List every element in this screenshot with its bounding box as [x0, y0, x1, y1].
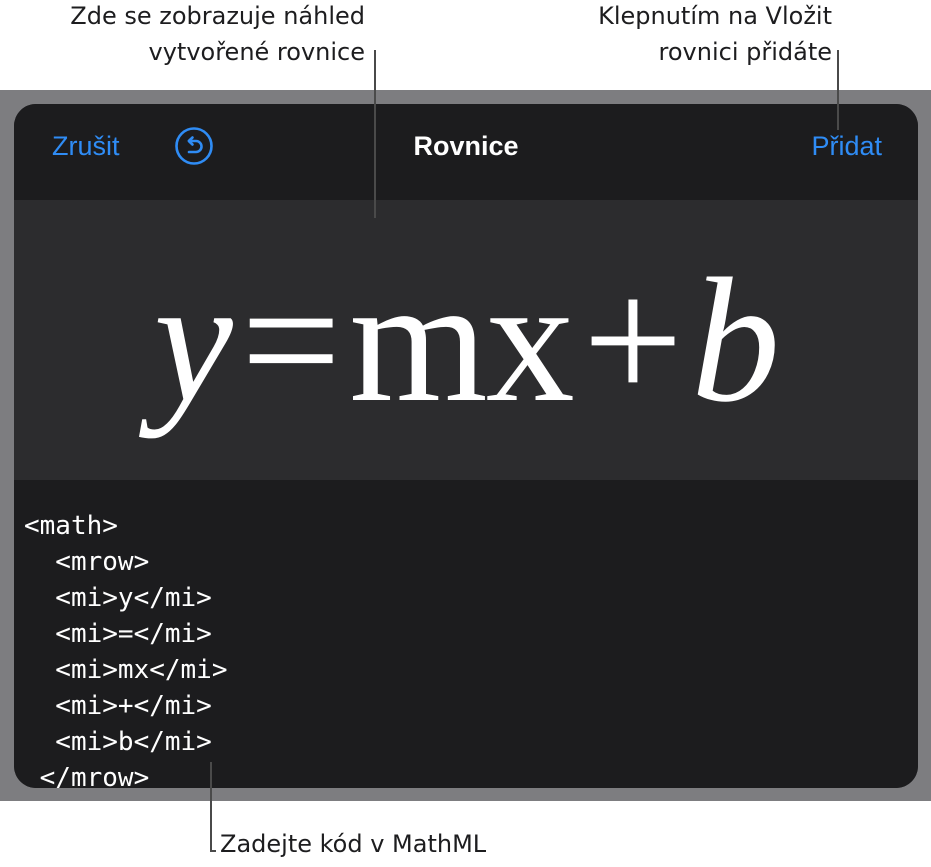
equation-render: y=mx+b [14, 230, 918, 450]
preview-callout-text: Zde se zobrazuje náhled vytvořené rovnic… [20, 0, 365, 70]
undo-button[interactable] [174, 126, 214, 166]
navigation-bar: Zrušit Rovnice Přidat [14, 104, 918, 200]
equation-variable-y: y [153, 241, 233, 439]
code-callout-line [210, 762, 212, 852]
preview-callout-line-2: vytvořené rovnice [148, 38, 365, 66]
equation-preview: y=mx+b [14, 200, 918, 480]
add-callout-line-2: rovnici přidáte [658, 38, 832, 66]
equation-plus: + [582, 241, 683, 439]
code-callout-text: Zadejte kód v MathML [220, 830, 487, 858]
undo-icon [175, 127, 213, 165]
add-callout-line [837, 50, 839, 130]
preview-callout-line-1: Zde se zobrazuje náhled [70, 2, 365, 30]
mathml-code-text[interactable]: <math> <mrow> <mi>y</mi> <mi>=</mi> <mi>… [24, 508, 228, 788]
sheet-title: Rovnice [413, 131, 519, 161]
cancel-button[interactable]: Zrušit [52, 128, 120, 164]
add-callout-line-1: Klepnutím na Vložit [598, 2, 832, 30]
equation-variable-b: b [691, 241, 780, 439]
add-button[interactable]: Přidat [811, 128, 882, 164]
equation-term-mx: mx [349, 241, 574, 439]
preview-callout-line [374, 50, 376, 218]
equation-sheet: Zrušit Rovnice Přidat y=mx+b <math> <mro… [14, 104, 918, 788]
code-callout-line-foot [210, 850, 216, 852]
add-callout-text: Klepnutím na Vložit rovnici přidáte [520, 0, 832, 70]
mathml-code-editor[interactable]: <math> <mrow> <mi>y</mi> <mi>=</mi> <mi>… [14, 480, 918, 788]
equation-equals: = [240, 241, 341, 439]
